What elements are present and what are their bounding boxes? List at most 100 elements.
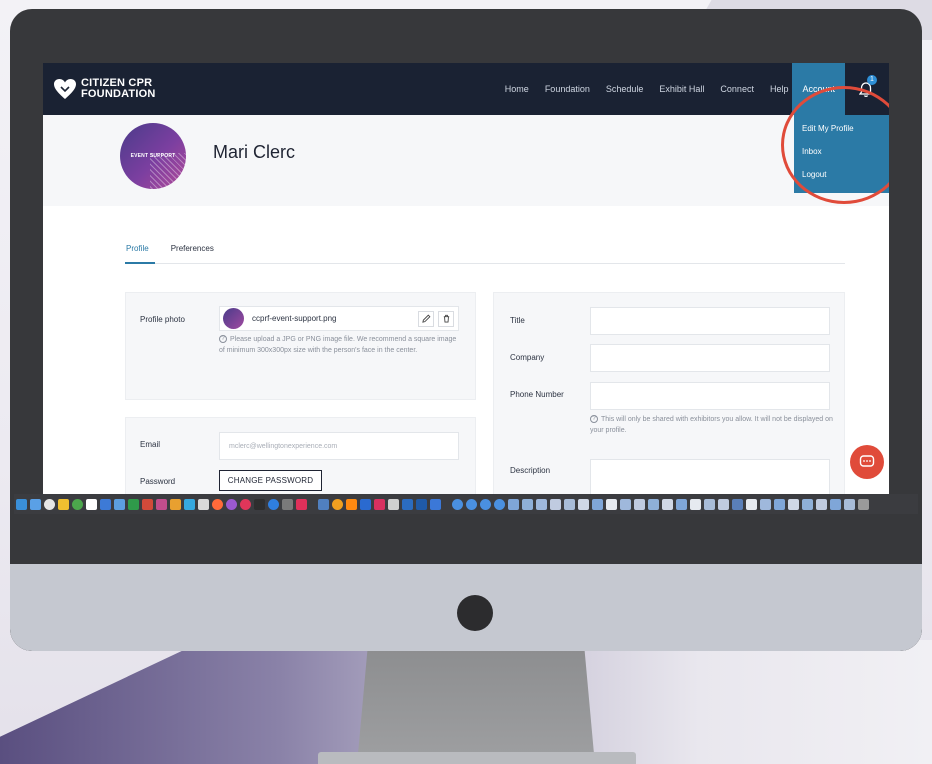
window-thumbnail-icon[interactable] (508, 498, 519, 510)
window-thumbnail-icon[interactable] (606, 498, 617, 510)
window-thumbnail-icon[interactable] (774, 498, 785, 510)
delete-photo-button[interactable] (438, 310, 454, 327)
app-icon[interactable] (388, 498, 399, 510)
chat-bubble-icon (859, 455, 875, 467)
settings-icon[interactable] (282, 498, 293, 510)
window-thumbnail-icon[interactable] (830, 498, 841, 510)
question-icon: ? (219, 335, 227, 344)
tab-profile[interactable]: Profile (125, 240, 155, 264)
app-icon[interactable] (452, 498, 463, 510)
photoshop-icon[interactable] (416, 498, 427, 510)
email-field[interactable]: mclerc@wellingtonexperience.com (219, 432, 459, 460)
nav-schedule[interactable]: Schedule (606, 84, 644, 94)
title-label: Title (510, 316, 525, 325)
password-label: Password (140, 477, 176, 486)
window-thumbnail-icon[interactable] (676, 498, 687, 510)
window-thumbnail-icon[interactable] (746, 498, 757, 510)
photo-file-name: ccprf-event-support.png (252, 314, 337, 323)
app-icon[interactable] (430, 498, 441, 510)
title-field[interactable] (590, 307, 830, 335)
app-icon[interactable] (128, 498, 139, 510)
app-icon[interactable] (170, 498, 181, 510)
window-thumbnail-icon[interactable] (578, 498, 589, 510)
phone-number-field[interactable] (590, 382, 830, 410)
window-thumbnail-icon[interactable] (802, 498, 813, 510)
window-thumbnail-icon[interactable] (550, 498, 561, 510)
app-icon[interactable] (240, 498, 251, 510)
app-icon[interactable] (114, 498, 125, 510)
site-logo[interactable]: CITIZEN CPR FOUNDATION (53, 78, 156, 100)
profile-details-card: Title Company Phone Number ? This will on… (493, 292, 845, 494)
company-field[interactable] (590, 344, 830, 372)
window-thumbnail-icon[interactable] (536, 498, 547, 510)
app-icon[interactable] (466, 498, 477, 510)
email-label: Email (140, 440, 161, 449)
app-icon[interactable] (360, 498, 371, 510)
app-icon[interactable] (86, 498, 97, 510)
phone-number-label: Phone Number (510, 390, 564, 399)
window-thumbnail-icon[interactable] (592, 498, 603, 510)
nav-help[interactable]: Help (770, 84, 789, 94)
window-thumbnail-icon[interactable] (718, 498, 729, 510)
nav-exhibit-hall[interactable]: Exhibit Hall (659, 84, 704, 94)
window-thumbnail-icon[interactable] (522, 498, 533, 510)
podcasts-icon[interactable] (226, 498, 237, 510)
mac-dock (14, 494, 918, 514)
photo-help-message: Please upload a JPG or PNG image file. W… (219, 336, 457, 354)
app-icon[interactable] (318, 498, 329, 510)
app-icon[interactable] (494, 498, 505, 510)
tab-preferences[interactable]: Preferences (171, 240, 214, 264)
window-thumbnail-icon[interactable] (844, 498, 855, 510)
top-navbar: CITIZEN CPR FOUNDATION Home Foundation S… (43, 63, 889, 115)
indesign-icon[interactable] (374, 498, 385, 510)
app-icon[interactable] (254, 498, 265, 510)
app-icon[interactable] (72, 498, 83, 510)
app-icon[interactable] (30, 498, 41, 510)
app-icon[interactable] (296, 498, 307, 510)
nav-foundation[interactable]: Foundation (545, 84, 590, 94)
account-card: Email mclerc@wellingtonexperience.com Pa… (125, 417, 476, 494)
monitor-stand-neck (358, 650, 594, 754)
window-thumbnail-icon[interactable] (564, 498, 575, 510)
app-icon[interactable] (198, 498, 209, 510)
window-thumbnail-icon[interactable] (662, 498, 673, 510)
notes-icon[interactable] (58, 498, 69, 510)
app-icon[interactable] (212, 498, 223, 510)
app-icon[interactable] (480, 498, 491, 510)
mail-icon[interactable] (100, 498, 111, 510)
trash-icon (443, 314, 449, 323)
window-thumbnail-icon[interactable] (648, 498, 659, 510)
window-thumbnail-icon[interactable] (788, 498, 799, 510)
app-icon[interactable] (142, 498, 153, 510)
description-field[interactable] (590, 459, 830, 494)
trash-icon[interactable] (858, 498, 869, 510)
finder-icon[interactable] (16, 498, 27, 510)
phone-help-message: This will only be shared with exhibitors… (590, 416, 833, 434)
avatar-label: EVENT SUPPORT (130, 153, 176, 159)
logo-line2: FOUNDATION (81, 88, 156, 100)
app-icon[interactable] (332, 498, 343, 510)
monitor-stand-base (318, 752, 636, 764)
screen: CITIZEN CPR FOUNDATION Home Foundation S… (43, 63, 889, 494)
window-thumbnail-icon[interactable] (732, 498, 743, 510)
pencil-icon (421, 314, 430, 323)
notification-badge: 1 (867, 75, 877, 85)
window-thumbnail-icon[interactable] (816, 498, 827, 510)
nav-connect[interactable]: Connect (720, 84, 754, 94)
illustrator-icon[interactable] (346, 498, 357, 510)
window-thumbnail-icon[interactable] (620, 498, 631, 510)
safari-icon[interactable] (44, 498, 55, 510)
app-store-icon[interactable] (268, 498, 279, 510)
app-icon[interactable] (402, 498, 413, 510)
change-password-button[interactable]: CHANGE PASSWORD (219, 470, 322, 491)
window-thumbnail-icon[interactable] (704, 498, 715, 510)
chat-button[interactable] (850, 445, 884, 479)
window-thumbnail-icon[interactable] (690, 498, 701, 510)
app-icon[interactable] (184, 498, 195, 510)
profile-name: Mari Clerc (213, 142, 296, 162)
nav-home[interactable]: Home (505, 84, 529, 94)
window-thumbnail-icon[interactable] (634, 498, 645, 510)
window-thumbnail-icon[interactable] (760, 498, 771, 510)
photos-icon[interactable] (156, 498, 167, 510)
edit-photo-button[interactable] (418, 310, 434, 327)
